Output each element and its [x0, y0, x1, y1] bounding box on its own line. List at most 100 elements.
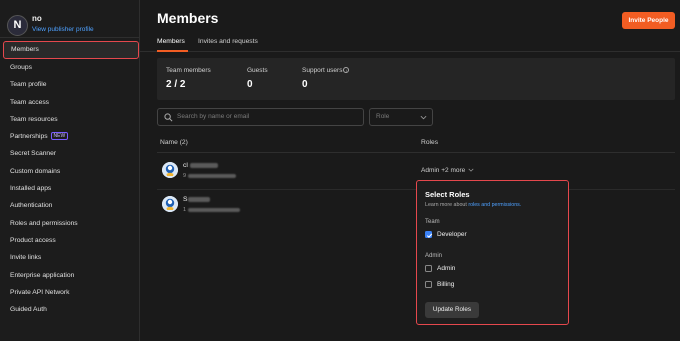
role-placeholder: Role	[376, 113, 390, 120]
sidebar-item-label: Product access	[10, 236, 56, 244]
stats-panel: Team members 2 / 2 Guests 0 Support user…	[157, 58, 675, 100]
sidebar-item-members[interactable]: Members	[3, 41, 139, 59]
redacted-text	[188, 207, 241, 212]
sidebar-item-label: Secret Scanner	[10, 150, 57, 158]
sidebar-item-custom-domains[interactable]: Custom domains	[0, 163, 140, 180]
chevron-down-icon	[468, 168, 474, 172]
group-label-team: Team	[425, 219, 440, 225]
sidebar-nav: Members Groups Team profile Team access …	[0, 41, 140, 318]
member-name: S	[183, 196, 211, 203]
search-placeholder: Search by name or email	[177, 113, 250, 120]
sidebar-item-label: Members	[11, 46, 39, 53]
sidebar-item-label: Team access	[10, 98, 50, 106]
redacted-text	[189, 162, 218, 168]
info-icon[interactable]: i	[343, 67, 350, 74]
checkbox[interactable]	[425, 265, 432, 272]
page-title: Members	[157, 10, 219, 26]
sidebar-divider	[0, 37, 140, 38]
sidebar-item-label: Custom domains	[10, 167, 61, 175]
sidebar-item-installed-apps[interactable]: Installed apps	[0, 180, 140, 197]
check-icon	[426, 233, 433, 238]
sidebar-item-label: Private API Network	[10, 288, 70, 296]
sidebar-item-authentication[interactable]: Authentication	[0, 197, 140, 214]
popup-title: Select Roles	[425, 190, 470, 199]
stat-team-members: Team members 2 / 2	[166, 67, 211, 90]
sidebar-item-label: Installed apps	[10, 185, 52, 193]
member-name-text: S	[183, 196, 188, 203]
search-input[interactable]: Search by name or email	[157, 108, 364, 126]
checkbox-checked[interactable]	[425, 231, 433, 238]
app-root: N no View publisher profile Members Grou…	[0, 0, 680, 341]
select-roles-popup: Select Roles Learn more about roles and …	[416, 180, 569, 325]
stat-value: 2 / 2	[166, 79, 186, 90]
user-avatar-icon	[162, 196, 178, 212]
role-filter-select[interactable]: Role	[369, 108, 433, 126]
sidebar: N no View publisher profile Members Grou…	[0, 0, 140, 341]
sidebar-item-label: Groups	[10, 64, 32, 71]
sidebar-item-label: Team profile	[10, 81, 47, 89]
popup-description-text: Learn more about	[425, 202, 467, 208]
sidebar-item-team-resources[interactable]: Team resources	[0, 111, 140, 128]
stat-value: 0	[302, 79, 308, 90]
role-option-label: Admin	[437, 265, 456, 272]
sidebar-item-label: Authentication	[10, 202, 53, 210]
avatar	[162, 196, 178, 212]
redacted-text	[188, 196, 211, 202]
table-header-divider	[157, 152, 675, 153]
user-avatar-icon	[162, 162, 178, 178]
sidebar-item-label: Partnerships	[10, 133, 48, 141]
group-label-admin: Admin	[425, 253, 443, 259]
roles-column-header: Roles	[421, 139, 439, 146]
stat-label-text: Support users	[302, 67, 343, 74]
search-icon	[164, 113, 173, 122]
member-email-text: 1	[183, 207, 187, 213]
member-name: cl	[183, 162, 218, 169]
sidebar-item-invite-links[interactable]: Invite links	[0, 249, 140, 266]
update-roles-button[interactable]: Update Roles	[425, 302, 479, 318]
popup-description: Learn more about roles and permissions.	[425, 202, 521, 208]
invite-people-button[interactable]: Invite People	[622, 12, 675, 29]
sidebar-item-label: Roles and permissions	[10, 219, 78, 227]
avatar	[162, 162, 178, 178]
member-email-text: 9	[183, 173, 187, 179]
sidebar-item-roles-and-permissions[interactable]: Roles and permissions	[0, 215, 140, 232]
role-option-label: Billing	[437, 281, 455, 288]
sidebar-item-enterprise-application[interactable]: Enterprise application	[0, 267, 140, 284]
member-name-text: cl	[183, 162, 188, 169]
member-roles-text: Admin +2 more	[421, 167, 466, 174]
member-email: 1	[183, 207, 241, 213]
tabs-divider	[140, 51, 680, 52]
sidebar-item-team-access[interactable]: Team access	[0, 94, 140, 111]
sidebar-item-groups[interactable]: Groups	[0, 59, 140, 76]
checkbox[interactable]	[425, 281, 432, 288]
sidebar-item-product-access[interactable]: Product access	[0, 232, 140, 249]
sidebar-item-guided-auth[interactable]: Guided Auth	[0, 301, 140, 318]
tab-members[interactable]: Members	[157, 38, 185, 45]
sidebar-item-secret-scanner[interactable]: Secret Scanner	[0, 145, 140, 162]
sidebar-item-partnerships[interactable]: Partnerships NEW	[0, 128, 140, 145]
new-badge: NEW	[50, 132, 69, 141]
sidebar-item-label: Team resources	[10, 115, 58, 123]
sidebar-item-team-profile[interactable]: Team profile	[0, 76, 140, 93]
team-profile[interactable]: N no View publisher profile	[7, 14, 137, 38]
team-name: no	[32, 14, 42, 23]
role-option-label: Developer	[437, 231, 467, 238]
view-publisher-profile-link[interactable]: View publisher profile	[32, 26, 94, 33]
name-column-header: Name (2)	[160, 139, 188, 146]
sidebar-item-private-api-network[interactable]: Private API Network	[0, 284, 140, 301]
stat-label: Guests	[247, 67, 268, 74]
stat-label: Support users i	[302, 67, 350, 74]
roles-and-permissions-link[interactable]: roles and permissions.	[468, 202, 521, 208]
team-avatar: N	[7, 15, 28, 36]
stat-guests: Guests 0	[247, 67, 268, 90]
chevron-down-icon	[420, 115, 427, 120]
stat-support-users: Support users i 0	[302, 67, 350, 90]
stat-value: 0	[247, 79, 253, 90]
active-tab-indicator	[157, 50, 188, 52]
sidebar-item-label: Enterprise application	[10, 271, 75, 279]
tab-invites-and-requests[interactable]: Invites and requests	[198, 38, 258, 45]
sidebar-item-label: Invite links	[10, 254, 42, 262]
redacted-text	[188, 173, 237, 178]
member-email: 9	[183, 173, 237, 179]
member-roles-dropdown[interactable]: Admin +2 more	[421, 167, 474, 174]
